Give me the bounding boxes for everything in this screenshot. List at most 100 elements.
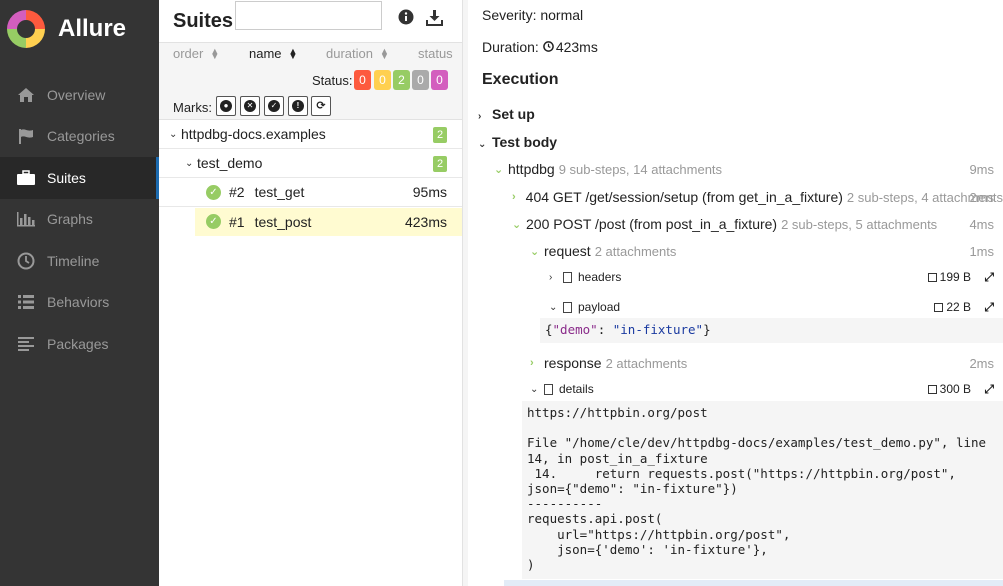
- sidebar-nav: Overview Categories Suites Graphs Timeli…: [0, 74, 159, 365]
- setup-section[interactable]: › Set up: [478, 106, 535, 122]
- status-filter-passed[interactable]: 2: [393, 70, 410, 90]
- test-leaf-selected[interactable]: ✓ #1 test_post 423ms: [195, 207, 462, 236]
- sort-label: status: [418, 46, 453, 61]
- chevron-down-icon: ⌄: [494, 163, 504, 176]
- duration-value: 423ms: [555, 39, 598, 55]
- json-separator: :: [597, 322, 613, 337]
- brand-name: Allure: [58, 15, 127, 42]
- sidebar-item-suites[interactable]: Suites: [0, 157, 159, 199]
- mark-retries-button[interactable]: ⟳: [311, 96, 331, 116]
- attachment-size: 199 B: [927, 270, 971, 284]
- sidebar-item-label: Behaviors: [47, 294, 110, 311]
- test-leaf[interactable]: ✓ #2 test_get 95ms: [195, 178, 462, 206]
- sidebar-item-packages[interactable]: Packages: [0, 323, 159, 365]
- check-circle-icon: ✓: [268, 100, 280, 112]
- attachment-name: headers: [578, 270, 622, 284]
- briefcase-icon: [16, 169, 36, 187]
- step-meta: 2 attachments: [594, 243, 677, 259]
- search-input[interactable]: [235, 1, 382, 30]
- home-icon: [16, 86, 36, 104]
- json-value: "in-fixture": [612, 322, 704, 337]
- tree-node-label: httpdbg-docs.examples: [181, 126, 326, 142]
- exclamation-circle-icon: !: [292, 100, 304, 112]
- test-duration: 423ms: [404, 213, 447, 230]
- sort-bar: order ▲ ▼ name ▲ ▼ duration ▲ ▼ status: [159, 42, 462, 64]
- chevron-right-icon: ›: [530, 357, 534, 369]
- sidebar-item-label: Packages: [47, 335, 109, 352]
- sort-by-status[interactable]: status: [418, 46, 453, 61]
- download-icon[interactable]: [425, 8, 443, 26]
- times-circle-icon: ✕: [244, 100, 256, 112]
- status-filter-unknown[interactable]: 0: [431, 70, 448, 90]
- sidebar-item-graphs[interactable]: Graphs: [0, 199, 159, 241]
- scroll-edge: [504, 580, 1003, 586]
- expand-icon[interactable]: ⤢: [984, 382, 994, 397]
- mark-new-failed-button[interactable]: ✕: [240, 96, 260, 116]
- sidebar-item-timeline[interactable]: Timeline: [0, 240, 159, 282]
- test-duration: 95ms: [412, 184, 447, 200]
- attachment-size-value: 22 B: [946, 300, 971, 314]
- sort-arrows-icon: ▲ ▼: [379, 45, 389, 61]
- attachment-payload[interactable]: ⌄ payload 22 B ⤢: [549, 300, 1003, 315]
- step-httpdbg[interactable]: ⌄ httpdbg 9 sub-steps, 14 attachments 9m…: [494, 161, 1003, 177]
- sidebar-item-label: Overview: [47, 86, 106, 103]
- step-request[interactable]: ⌄ request 2 attachments 1ms: [530, 243, 1003, 259]
- status-filter-label: Status:: [312, 73, 353, 88]
- tree-node-root[interactable]: ⌄ httpdbg-docs.examples 2: [159, 120, 462, 149]
- step-duration: 4ms: [969, 216, 994, 232]
- page-title: Suites: [173, 9, 234, 32]
- status-filter-failed[interactable]: 0: [354, 70, 371, 90]
- count-badge: 2: [433, 156, 447, 172]
- sort-by-name[interactable]: name ▲ ▼: [249, 46, 297, 61]
- save-icon: [927, 384, 937, 394]
- test-row-test-post[interactable]: ✓ #1 test_post 423ms: [159, 207, 462, 236]
- step-meta: 9 sub-steps, 14 attachments: [558, 161, 723, 177]
- attachment-details[interactable]: ⌄ details 300 B ⤢: [530, 382, 1003, 397]
- step-get-session-setup[interactable]: › 404 GET /get/session/setup (from get_i…: [512, 189, 1003, 205]
- step-duration: 2ms: [969, 355, 994, 371]
- sort-arrows-icon: ▲ ▼: [288, 45, 298, 61]
- sort-label: duration: [326, 46, 373, 61]
- step-post[interactable]: ⌄ 200 POST /post (from post_in_a_fixture…: [512, 216, 1003, 232]
- status-filter-broken[interactable]: 0: [374, 70, 391, 90]
- marks-filter-label: Marks:: [173, 100, 212, 115]
- sort-by-duration[interactable]: duration ▲ ▼: [326, 46, 389, 61]
- brand[interactable]: Allure: [0, 0, 159, 58]
- step-duration: 9ms: [969, 161, 994, 177]
- tree-node-group[interactable]: ⌄ test_demo 2: [159, 149, 462, 178]
- status-filter-skipped[interactable]: 0: [412, 70, 429, 90]
- step-name: 404 GET /get/session/setup (from get_in_…: [525, 189, 843, 205]
- test-number: #1: [229, 213, 245, 230]
- passed-check-icon: ✓: [206, 184, 221, 200]
- step-name: response: [544, 355, 602, 371]
- section-label: Set up: [492, 106, 535, 122]
- expand-icon[interactable]: ⤢: [984, 270, 994, 285]
- sidebar-item-categories[interactable]: Categories: [0, 116, 159, 158]
- chevron-down-icon: ⌄: [530, 245, 540, 258]
- mark-new-passed-button[interactable]: ✓: [264, 96, 284, 116]
- chevron-down-icon: ⌄: [549, 301, 558, 313]
- chevron-right-icon: ›: [478, 111, 482, 122]
- mark-new-broken-button[interactable]: !: [288, 96, 308, 116]
- payload-content: {"demo": "in-fixture"}: [540, 318, 1003, 343]
- step-duration: 1ms: [969, 243, 994, 259]
- attachment-headers[interactable]: › headers 199 B ⤢: [549, 270, 1003, 285]
- sidebar-item-behaviors[interactable]: Behaviors: [0, 282, 159, 324]
- json-brace: }: [703, 322, 711, 337]
- clock-icon: [16, 252, 36, 270]
- save-icon: [934, 302, 944, 312]
- test-body-section[interactable]: ⌄ Test body: [478, 134, 557, 150]
- sort-by-order[interactable]: order ▲ ▼: [173, 46, 219, 61]
- file-text-icon: [544, 383, 553, 395]
- test-row-test-get[interactable]: ✓ #2 test_get 95ms: [159, 178, 462, 207]
- json-brace: {: [545, 322, 553, 337]
- suites-pane: Suites order ▲ ▼ name ▲ ▼ duration ▲ ▼ status …: [159, 0, 462, 586]
- chevron-down-icon: ⌄: [530, 383, 539, 395]
- sidebar-item-overview[interactable]: Overview: [0, 74, 159, 116]
- chevron-down-icon: ⌄: [185, 157, 194, 169]
- step-response[interactable]: › response 2 attachments 2ms: [530, 355, 1003, 371]
- sort-arrows-icon: ▲ ▼: [210, 45, 220, 61]
- mark-flaky-button[interactable]: ●: [216, 96, 236, 116]
- info-icon[interactable]: [397, 8, 415, 26]
- expand-icon[interactable]: ⤢: [984, 300, 994, 315]
